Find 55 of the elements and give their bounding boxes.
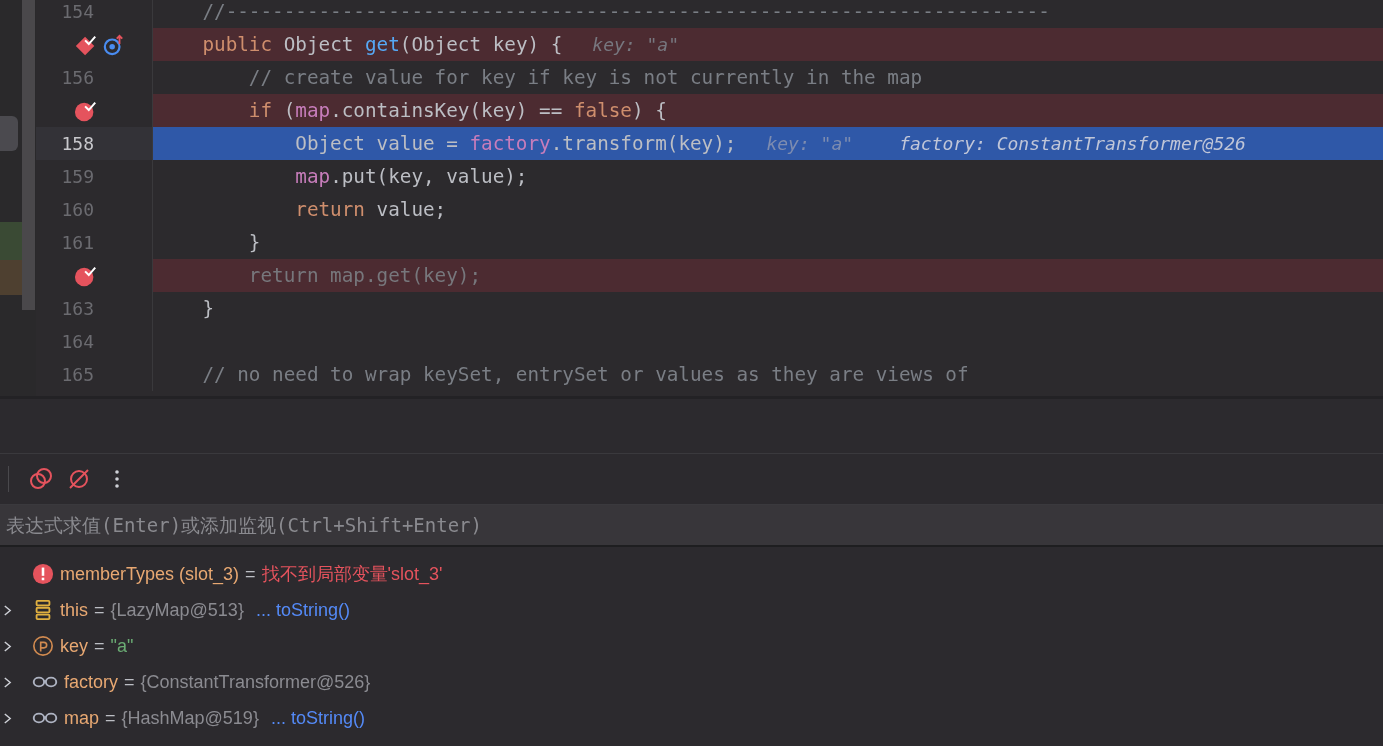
equals-sign: =	[105, 707, 116, 729]
code-line: map.put(key, value);	[294, 165, 528, 188]
variable-name: factory	[64, 671, 119, 693]
line-number: 164	[61, 331, 94, 352]
line-number: 158	[61, 133, 94, 154]
code-line: Object value = factory.transform(key);	[294, 132, 737, 155]
code-line: // no need to wrap keySet, entrySet or values as they are views of	[201, 363, 969, 386]
code-line: // create value for key if key is not currently in the map	[247, 66, 923, 89]
equals-sign: =	[94, 599, 105, 621]
variable-value: 找不到局部变量'slot_3'	[261, 563, 443, 586]
glasses-icon	[32, 674, 58, 690]
variable-value: "a"	[110, 635, 134, 657]
change-marker	[0, 222, 22, 260]
expand-chevron-icon[interactable]	[3, 711, 12, 725]
mute-breakpoints-icon[interactable]	[67, 467, 91, 491]
variable-name: key	[60, 635, 88, 657]
code-line: if (map.containsKey(key) == false) {	[247, 99, 667, 122]
breakpoints-icon[interactable]	[29, 467, 53, 491]
variable-name: this	[60, 599, 88, 621]
expand-chevron-icon[interactable]	[3, 603, 12, 617]
code-line: public Object get(Object key) {	[201, 33, 563, 56]
variable-value: {LazyMap@513}	[110, 599, 244, 621]
expand-chevron-icon[interactable]	[3, 675, 12, 689]
variable-name: memberTypes (slot_3)	[60, 563, 240, 585]
code-line: return value;	[294, 198, 447, 221]
expand-chevron-icon[interactable]	[3, 639, 12, 653]
error-icon	[32, 563, 54, 585]
variable-value: {HashMap@519}	[121, 707, 259, 729]
code-line: }	[201, 297, 215, 320]
line-number: 156	[61, 67, 94, 88]
glasses-icon	[32, 710, 58, 726]
inline-value-hint: key: "a"	[766, 133, 854, 154]
code-line: //-----------------------------------------------------------------------	[201, 0, 1050, 23]
equals-sign: =	[245, 563, 256, 585]
equals-sign: =	[94, 635, 105, 657]
equals-sign: =	[124, 671, 135, 693]
code-line: return map.get(key);	[247, 264, 482, 287]
inline-value-hint: key: "a"	[592, 34, 680, 55]
line-number: 160	[61, 199, 94, 220]
line-number: 159	[61, 166, 94, 187]
line-number: 165	[61, 364, 94, 385]
inline-value-hint: factory: ConstantTransformer@526	[899, 133, 1246, 154]
variable-name: map	[64, 707, 99, 729]
line-number: 163	[61, 298, 94, 319]
step-into-target-icon[interactable]	[103, 33, 125, 56]
code-line: }	[247, 231, 261, 254]
scrollbar[interactable]	[22, 0, 35, 310]
to-string-link[interactable]: ... toString()	[255, 599, 350, 621]
to-string-link[interactable]: ... toString()	[270, 707, 365, 729]
line-number: 154	[61, 1, 94, 22]
change-marker	[0, 260, 22, 295]
line-number: 161	[61, 232, 94, 253]
variable-value: {ConstantTransformer@526}	[140, 671, 371, 693]
evaluate-expression-field[interactable]: 表达式求值(Enter)或添加监视(Ctrl+Shift+Enter)	[0, 505, 1383, 547]
parameter-icon	[32, 635, 54, 657]
